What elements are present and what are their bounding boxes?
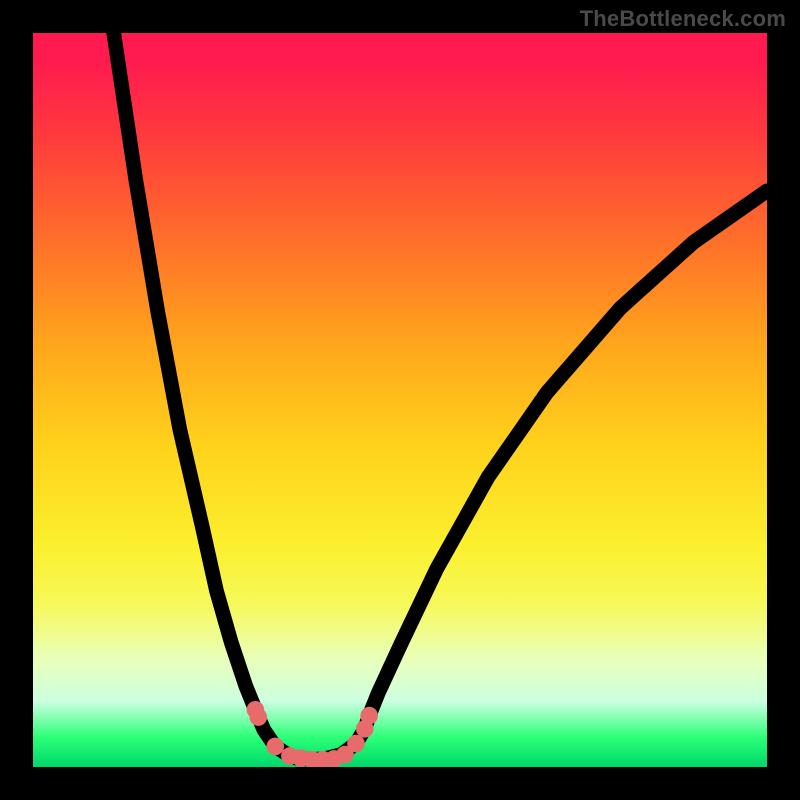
chart-stage: TheBottleneck.com (0, 0, 800, 800)
highlight-dot (250, 708, 268, 726)
highlight-dot (266, 738, 284, 756)
plot-area (33, 33, 767, 767)
watermark-text: TheBottleneck.com (580, 6, 786, 32)
right-curve-line (327, 191, 767, 758)
highlight-dot (347, 735, 365, 753)
highlight-dot (360, 707, 378, 725)
left-curve-line (114, 33, 298, 758)
chart-svg (33, 33, 767, 767)
